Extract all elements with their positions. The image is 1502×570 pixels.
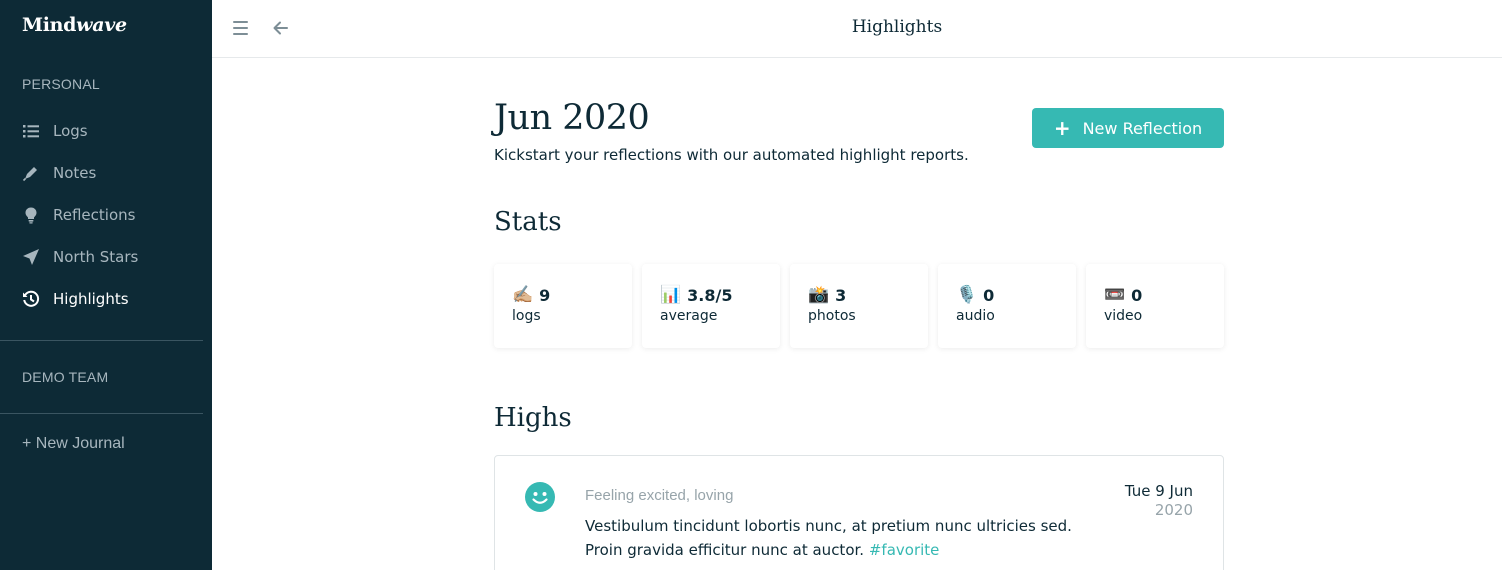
page-title: Highlights bbox=[851, 17, 943, 37]
microphone-icon: 🎙️ bbox=[956, 285, 978, 305]
sidebar-item-label: Notes bbox=[53, 164, 97, 182]
sidebar-item-label: Logs bbox=[53, 122, 88, 140]
page-subtitle: Kickstart your reflections with our auto… bbox=[494, 146, 969, 164]
top-bar: Highlights bbox=[212, 0, 1502, 58]
bar-chart-icon: 📊 bbox=[660, 285, 682, 305]
sidebar-item-notes[interactable]: Notes bbox=[0, 153, 212, 193]
list-icon bbox=[22, 122, 40, 140]
highs-heading: Highs bbox=[494, 403, 572, 433]
highlight-entry-card[interactable]: Feeling excited, loving Vestibulum tinci… bbox=[494, 455, 1224, 570]
sidebar-item-label: North Stars bbox=[53, 248, 139, 266]
paper-plane-icon bbox=[22, 248, 40, 266]
sidebar-item-reflections[interactable]: Reflections bbox=[0, 195, 212, 235]
stat-card-video: 📼 0 video bbox=[1086, 264, 1224, 348]
new-reflection-label: New Reflection bbox=[1082, 118, 1203, 138]
stats-heading: Stats bbox=[494, 207, 562, 237]
sidebar-divider bbox=[0, 413, 203, 414]
brand-logo[interactable]: Mindwave bbox=[22, 14, 127, 36]
stat-card-logs: ✍🏼 9 logs bbox=[494, 264, 632, 348]
sidebar-item-label: Highlights bbox=[53, 290, 129, 308]
sidebar-divider bbox=[0, 340, 203, 341]
stat-card-photos: 📸 3 photos bbox=[790, 264, 928, 348]
history-icon bbox=[22, 290, 40, 308]
section-label-demo-team[interactable]: DEMO TEAM bbox=[22, 369, 108, 385]
sidebar-item-label: Reflections bbox=[53, 206, 136, 224]
stat-card-average: 📊 3.8/5 average bbox=[642, 264, 780, 348]
entry-year: 2020 bbox=[1154, 501, 1193, 519]
videocassette-icon: 📼 bbox=[1104, 285, 1126, 305]
plus-icon: + bbox=[1053, 116, 1071, 140]
entry-tag-link[interactable]: #favorite bbox=[869, 541, 940, 559]
stat-label: average bbox=[660, 308, 718, 324]
stat-value: 0 bbox=[983, 285, 995, 305]
sidebar-item-highlights[interactable]: Highlights bbox=[0, 279, 212, 319]
stat-value: 3.8/5 bbox=[687, 285, 733, 305]
stat-label: audio bbox=[956, 308, 995, 324]
stat-label: photos bbox=[808, 308, 856, 324]
stat-card-audio: 🎙️ 0 audio bbox=[938, 264, 1076, 348]
stat-value: 3 bbox=[835, 285, 847, 305]
pen-icon bbox=[22, 164, 40, 182]
entry-feeling: Feeling excited, loving bbox=[585, 487, 734, 504]
section-label-personal: PERSONAL bbox=[22, 76, 100, 92]
month-heading: Jun 2020 bbox=[494, 98, 650, 138]
entry-date: Tue 9 Jun bbox=[1124, 482, 1193, 500]
lightbulb-icon bbox=[22, 206, 40, 224]
brand-text-italic: wave bbox=[76, 14, 127, 36]
stat-value: 9 bbox=[539, 285, 551, 305]
stat-label: video bbox=[1104, 308, 1143, 324]
sidebar-item-logs[interactable]: Logs bbox=[0, 111, 212, 151]
entry-text: Vestibulum tincidunt lobortis nunc, at p… bbox=[585, 514, 1105, 562]
new-journal-link[interactable]: + New Journal bbox=[22, 435, 125, 453]
writing-hand-icon: ✍🏼 bbox=[512, 285, 534, 305]
sidebar-item-north-stars[interactable]: North Stars bbox=[0, 237, 212, 277]
brand-text: Mind bbox=[22, 14, 77, 36]
new-reflection-button[interactable]: + New Reflection bbox=[1032, 108, 1224, 148]
stat-value: 0 bbox=[1131, 285, 1143, 305]
camera-flash-icon: 📸 bbox=[808, 285, 830, 305]
smiley-icon bbox=[525, 482, 555, 512]
sidebar: Mindwave PERSONAL Logs Notes Reflections… bbox=[0, 0, 212, 570]
stat-label: logs bbox=[512, 308, 541, 324]
entry-body: Vestibulum tincidunt lobortis nunc, at p… bbox=[585, 517, 1072, 559]
